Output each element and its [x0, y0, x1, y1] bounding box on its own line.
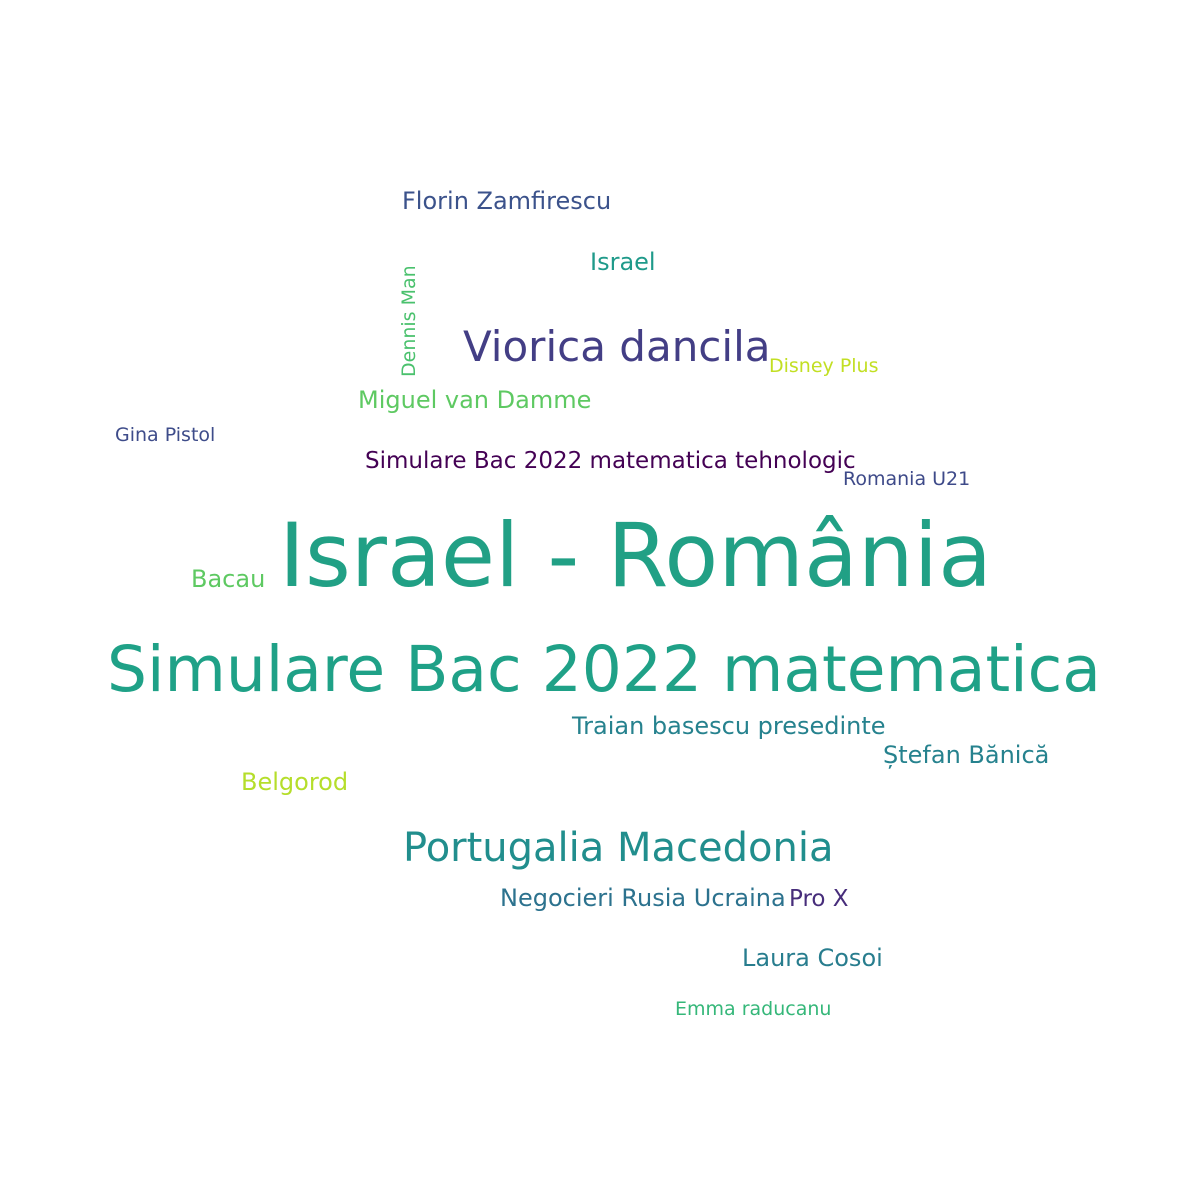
- word-simulare-bac-matematica: Simulare Bac 2022 matematica: [107, 633, 1101, 706]
- word-emma-raducanu: Emma raducanu: [675, 998, 832, 1020]
- word-portugalia-macedonia: Portugalia Macedonia: [403, 825, 834, 871]
- word-cloud: Israel - România Simulare Bac 2022 matem…: [0, 0, 1200, 1200]
- word-dennis-man: Dennis Man: [398, 265, 420, 377]
- word-bacau: Bacau: [191, 565, 266, 593]
- word-viorica-dancila: Viorica dancila: [463, 322, 771, 371]
- word-israel-romania: Israel - România: [279, 504, 993, 607]
- word-negocieri-rusia-ucraina: Negocieri Rusia Ucraina: [500, 884, 786, 912]
- word-belgorod: Belgorod: [241, 768, 349, 796]
- word-pro-x: Pro X: [789, 886, 849, 912]
- word-stefan-banica: Ștefan Bănică: [883, 741, 1050, 769]
- word-gina-pistol: Gina Pistol: [115, 424, 216, 446]
- word-israel: Israel: [590, 248, 656, 276]
- word-traian-basescu: Traian basescu presedinte: [572, 712, 886, 740]
- word-romania-u21: Romania U21: [843, 468, 971, 490]
- word-simulare-bac-tehnologic: Simulare Bac 2022 matematica tehnologic: [365, 448, 856, 474]
- word-disney-plus: Disney Plus: [769, 355, 879, 377]
- word-florin-zamfirescu: Florin Zamfirescu: [402, 187, 612, 215]
- word-miguel-van-damme: Miguel van Damme: [358, 386, 592, 414]
- word-laura-cosoi: Laura Cosoi: [742, 944, 883, 972]
